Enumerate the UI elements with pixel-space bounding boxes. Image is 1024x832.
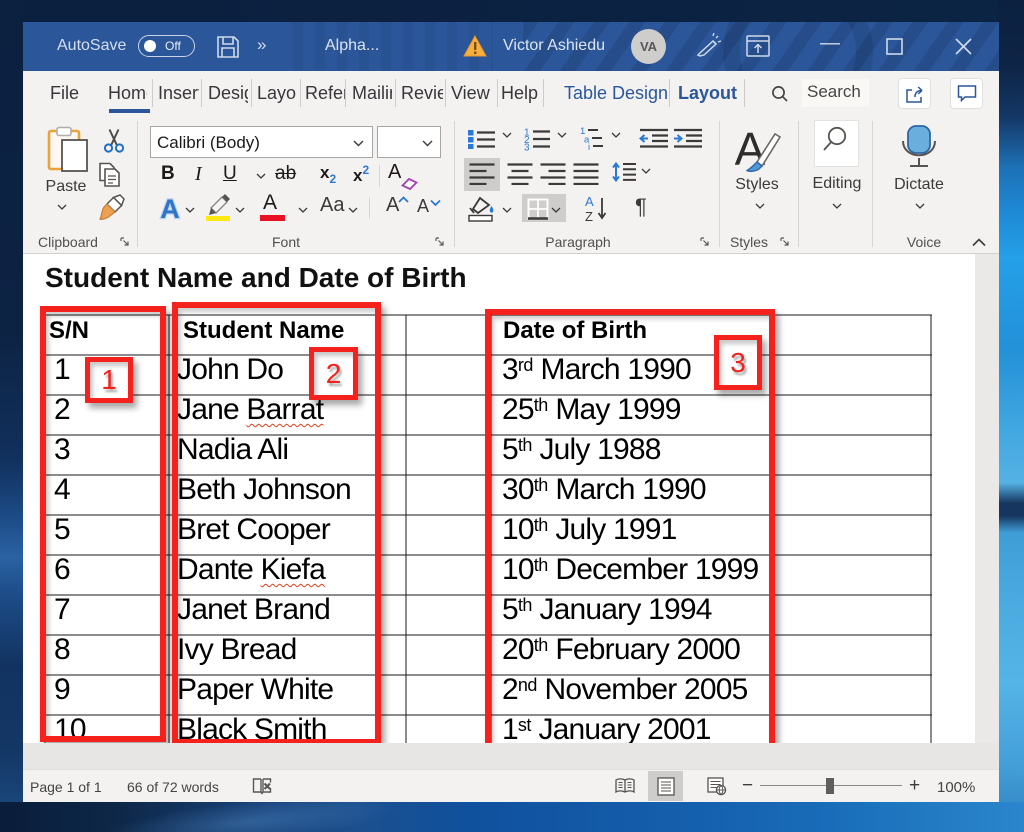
svg-text:i: i [588, 142, 590, 150]
svg-text:Z: Z [585, 209, 593, 222]
svg-text:3: 3 [524, 143, 530, 153]
svg-text:A: A [160, 194, 180, 222]
svg-text:A: A [585, 195, 594, 209]
